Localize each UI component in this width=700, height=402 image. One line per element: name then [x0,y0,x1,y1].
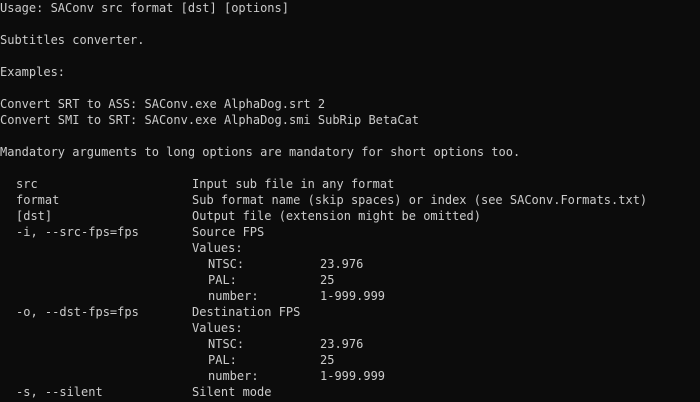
option-name: -o, --dst-fps=fps [16,305,139,319]
option-desc: Destination FPS [192,305,301,319]
value-row: number: 1-999.999 [0,288,700,304]
examples-header: Examples: [0,65,66,79]
value-row: NTSC: 23.976 [0,256,700,272]
value-row: NTSC: 23.976 [0,336,700,352]
value-label: NTSC: [208,257,245,271]
value-value: 23.976 [320,337,364,351]
option-desc: Input sub file in any format [192,177,395,191]
option-name: -s, --silent [16,385,103,399]
examples-header-line: Examples: [0,64,700,80]
value-row: number: 1-999.999 [0,368,700,384]
option-row-silent: -s, --silent Silent mode [0,384,700,400]
value-row: PAL: 25 [0,272,700,288]
values-label: Values: [192,321,243,335]
value-value: 25 [320,353,335,367]
description-text: Subtitles converter. [0,33,145,47]
values-label-line: Values: [0,320,700,336]
option-name: [dst] [16,209,53,223]
example-line: Convert SRT to ASS: SAConv.exe AlphaDog.… [0,96,700,112]
value-label: number: [208,369,259,383]
values-label-line: Values: [0,240,700,256]
option-name: -i, --src-fps=fps [16,225,139,239]
option-desc: Source FPS [192,225,265,239]
example-line: Convert SMI to SRT: SAConv.exe AlphaDog.… [0,112,700,128]
option-desc: Output file (extension might be omitted) [192,209,481,223]
value-label: PAL: [208,273,237,287]
value-value: 1-999.999 [320,289,386,303]
usage-line: Usage: SAConv src format [dst] [options] [0,0,700,16]
values-label: Values: [192,241,243,255]
value-value: 1-999.999 [320,369,386,383]
option-name: format [16,193,60,207]
usage-text: Usage: SAConv src format [dst] [options] [0,1,289,15]
option-row-dst: [dst] Output file (extension might be om… [0,208,700,224]
option-row-dst-fps: -o, --dst-fps=fps Destination FPS [0,304,700,320]
terminal-window[interactable]: Usage: SAConv src format [dst] [options]… [0,0,700,402]
option-desc: Sub format name (skip spaces) or index (… [192,193,648,207]
example-text: Convert SRT to ASS: SAConv.exe AlphaDog.… [0,97,326,111]
value-label: NTSC: [208,337,245,351]
value-value: 25 [320,273,335,287]
option-name: src [16,177,38,191]
option-desc: Silent mode [192,385,272,399]
option-row-src-fps: -i, --src-fps=fps Source FPS [0,224,700,240]
value-row: PAL: 25 [0,352,700,368]
example-text: Convert SMI to SRT: SAConv.exe AlphaDog.… [0,113,420,127]
value-label: PAL: [208,353,237,367]
mandatory-note-line: Mandatory arguments to long options are … [0,144,700,160]
description-line: Subtitles converter. [0,32,700,48]
value-value: 23.976 [320,257,364,271]
option-row-src: src Input sub file in any format [0,176,700,192]
option-row-format: format Sub format name (skip spaces) or … [0,192,700,208]
value-label: number: [208,289,259,303]
mandatory-note: Mandatory arguments to long options are … [0,145,521,159]
